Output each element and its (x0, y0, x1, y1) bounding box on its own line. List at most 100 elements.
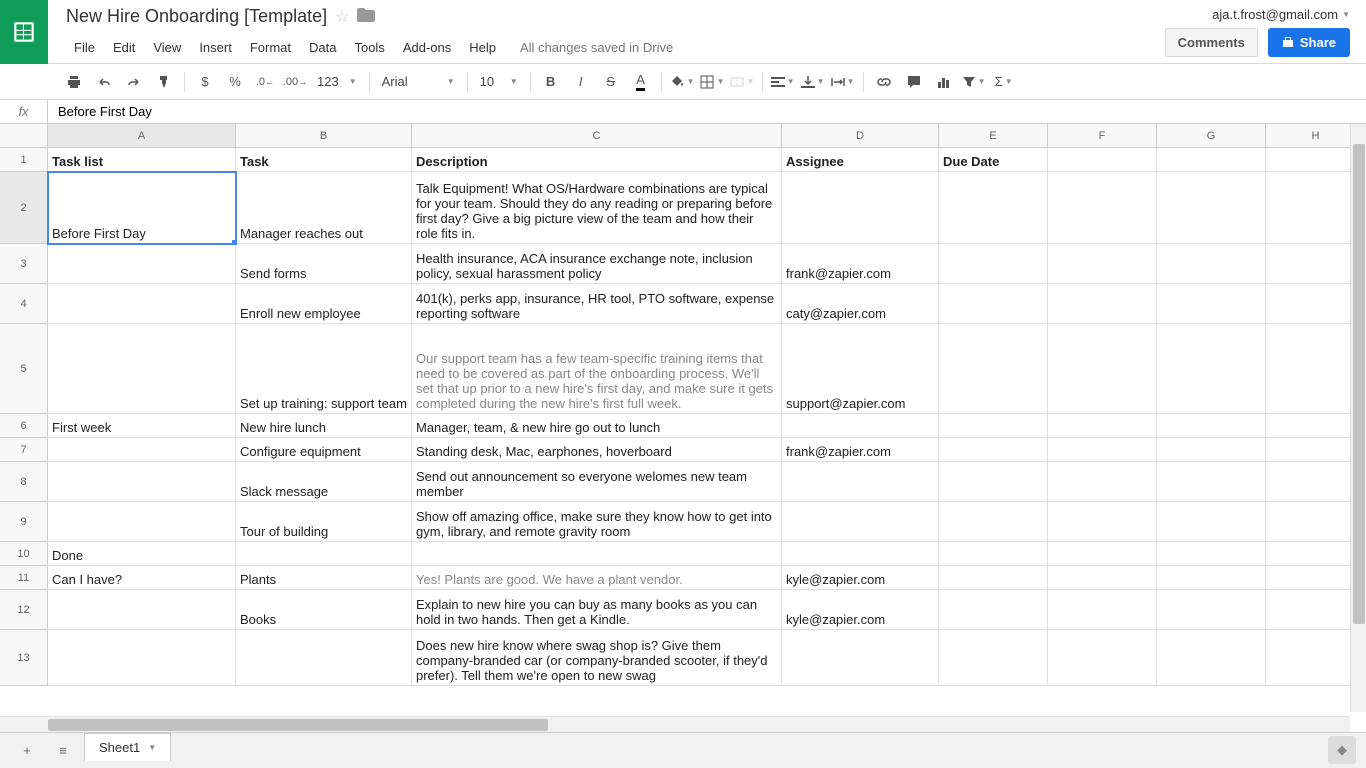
cell[interactable]: Health insurance, ACA insurance exchange… (412, 244, 782, 284)
cell[interactable] (939, 502, 1048, 542)
col-header-E[interactable]: E (939, 124, 1048, 147)
paint-format-icon[interactable] (150, 69, 178, 95)
user-email[interactable]: aja.t.frost@gmail.com ▼ (1212, 7, 1350, 22)
cell[interactable]: frank@zapier.com (782, 244, 939, 284)
cell[interactable] (48, 438, 236, 462)
decrease-decimal-icon[interactable]: .0← (251, 69, 279, 95)
cell[interactable]: Task (236, 148, 412, 172)
filter-icon[interactable]: ▼ (960, 69, 988, 95)
cell[interactable] (1048, 502, 1157, 542)
cell[interactable]: support@zapier.com (782, 324, 939, 414)
cell[interactable] (1048, 590, 1157, 630)
cell[interactable] (939, 590, 1048, 630)
comment-icon[interactable] (900, 69, 928, 95)
increase-decimal-icon[interactable]: .00→ (281, 69, 309, 95)
cell[interactable] (412, 542, 782, 566)
redo-icon[interactable] (120, 69, 148, 95)
cell[interactable]: Manager, team, & new hire go out to lunc… (412, 414, 782, 438)
cell[interactable] (236, 542, 412, 566)
cell[interactable] (1048, 148, 1157, 172)
cell[interactable]: 401(k), perks app, insurance, HR tool, P… (412, 284, 782, 324)
cell[interactable] (1157, 462, 1266, 502)
cell[interactable] (48, 462, 236, 502)
cell[interactable] (1157, 630, 1266, 686)
cell[interactable]: Set up training: support team (236, 324, 412, 414)
sheet-grid[interactable]: ABCDEFGH 12345678910111213 Task listTask… (0, 124, 1366, 712)
cell[interactable]: Plants (236, 566, 412, 590)
cell[interactable]: Assignee (782, 148, 939, 172)
cell[interactable] (1157, 414, 1266, 438)
cell[interactable] (1048, 244, 1157, 284)
cell[interactable]: Yes! Plants are good. We have a plant ve… (412, 566, 782, 590)
cell[interactable] (939, 542, 1048, 566)
col-header-B[interactable]: B (236, 124, 412, 147)
row-header-6[interactable]: 6 (0, 414, 48, 438)
italic-icon[interactable]: I (567, 69, 595, 95)
col-header-A[interactable]: A (48, 124, 236, 147)
menu-insert[interactable]: Insert (191, 36, 240, 59)
row-header-9[interactable]: 9 (0, 502, 48, 542)
cell[interactable] (939, 244, 1048, 284)
cell[interactable] (939, 172, 1048, 244)
chart-icon[interactable] (930, 69, 958, 95)
sheets-logo[interactable] (0, 0, 48, 64)
cell[interactable]: Books (236, 590, 412, 630)
row-header-11[interactable]: 11 (0, 566, 48, 590)
cell[interactable] (939, 438, 1048, 462)
add-sheet-button[interactable]: + (12, 737, 42, 765)
cell[interactable] (1048, 172, 1157, 244)
cell[interactable]: Due Date (939, 148, 1048, 172)
v-align-icon[interactable]: ▼ (799, 69, 827, 95)
comments-button[interactable]: Comments (1165, 28, 1258, 57)
font-dropdown[interactable]: Arial▼ (376, 69, 461, 95)
cell[interactable] (48, 590, 236, 630)
row-header-1[interactable]: 1 (0, 148, 48, 172)
cell[interactable] (1157, 244, 1266, 284)
folder-icon[interactable] (357, 8, 375, 25)
cell[interactable] (1157, 324, 1266, 414)
cell[interactable]: kyle@zapier.com (782, 566, 939, 590)
row-header-12[interactable]: 12 (0, 590, 48, 630)
cell[interactable]: Show off amazing office, make sure they … (412, 502, 782, 542)
share-button[interactable]: Share (1268, 28, 1350, 57)
vertical-scrollbar[interactable] (1350, 124, 1366, 712)
cell[interactable] (1048, 542, 1157, 566)
percent-icon[interactable]: % (221, 69, 249, 95)
cell[interactable] (939, 284, 1048, 324)
cell[interactable] (1048, 414, 1157, 438)
cell[interactable] (1048, 630, 1157, 686)
row-header-2[interactable]: 2 (0, 172, 48, 244)
menu-add-ons[interactable]: Add-ons (395, 36, 459, 59)
cell[interactable]: Send forms (236, 244, 412, 284)
row-header-8[interactable]: 8 (0, 462, 48, 502)
menu-data[interactable]: Data (301, 36, 344, 59)
menu-help[interactable]: Help (461, 36, 504, 59)
cell[interactable]: Tour of building (236, 502, 412, 542)
cell[interactable] (782, 172, 939, 244)
cell[interactable] (782, 462, 939, 502)
cell[interactable] (1157, 542, 1266, 566)
link-icon[interactable] (870, 69, 898, 95)
cell[interactable] (1157, 172, 1266, 244)
col-header-C[interactable]: C (412, 124, 782, 147)
borders-icon[interactable]: ▼ (698, 69, 726, 95)
col-header-G[interactable]: G (1157, 124, 1266, 147)
cell[interactable] (782, 502, 939, 542)
functions-icon[interactable]: Σ▼ (990, 69, 1018, 95)
menu-edit[interactable]: Edit (105, 36, 143, 59)
number-format-dropdown[interactable]: 123▼ (311, 69, 363, 95)
cell[interactable] (1048, 284, 1157, 324)
menu-view[interactable]: View (145, 36, 189, 59)
cell[interactable] (1048, 324, 1157, 414)
cell[interactable] (939, 324, 1048, 414)
cell[interactable]: Enroll new employee (236, 284, 412, 324)
cell[interactable] (48, 244, 236, 284)
cell[interactable]: New hire lunch (236, 414, 412, 438)
row-header-4[interactable]: 4 (0, 284, 48, 324)
explore-button[interactable]: ◆ (1328, 736, 1356, 764)
menu-format[interactable]: Format (242, 36, 299, 59)
row-header-7[interactable]: 7 (0, 438, 48, 462)
cell[interactable]: Slack message (236, 462, 412, 502)
formula-input[interactable] (48, 100, 1366, 123)
cell[interactable] (1157, 590, 1266, 630)
